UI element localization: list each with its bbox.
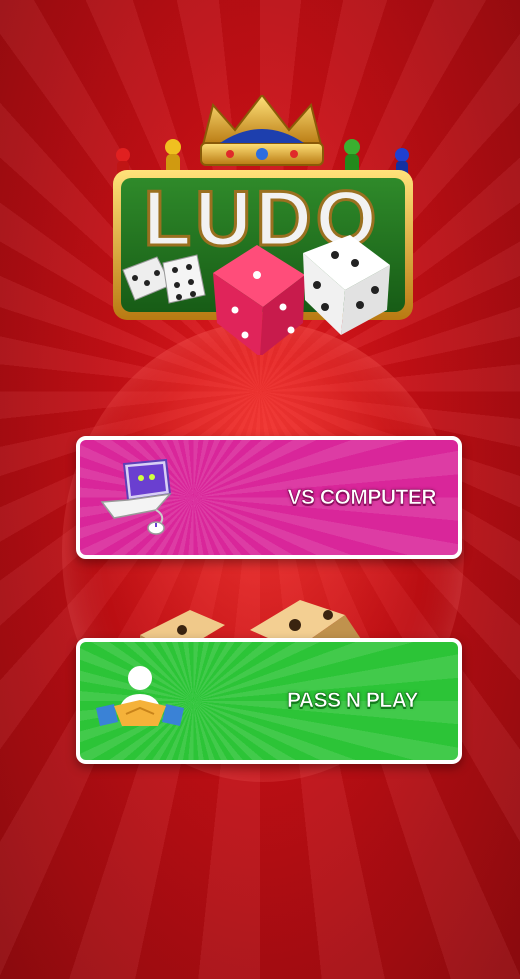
laptop-icon <box>100 458 172 535</box>
crown-icon <box>200 95 324 166</box>
vs-computer-label: VS COMPUTER <box>287 485 437 509</box>
vs-computer-button[interactable]: VS COMPUTER <box>76 436 462 559</box>
ludo-logo: LUDO <box>113 95 413 355</box>
pass-n-play-button[interactable]: PASS N PLAY <box>76 638 462 764</box>
handshake-icon <box>96 666 184 726</box>
pass-n-play-label: PASS N PLAY <box>286 689 419 713</box>
